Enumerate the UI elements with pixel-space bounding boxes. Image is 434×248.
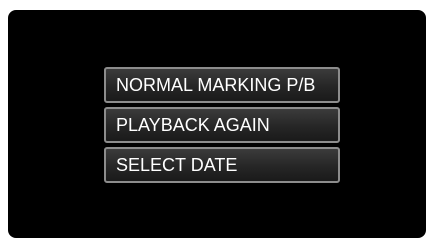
- playback-menu: NORMAL MARKING P/B PLAYBACK AGAIN SELECT…: [104, 67, 340, 187]
- device-screen: NORMAL MARKING P/B PLAYBACK AGAIN SELECT…: [8, 10, 426, 238]
- select-date-button[interactable]: SELECT DATE: [104, 147, 340, 183]
- playback-again-button[interactable]: PLAYBACK AGAIN: [104, 107, 340, 143]
- normal-marking-playback-button[interactable]: NORMAL MARKING P/B: [104, 67, 340, 103]
